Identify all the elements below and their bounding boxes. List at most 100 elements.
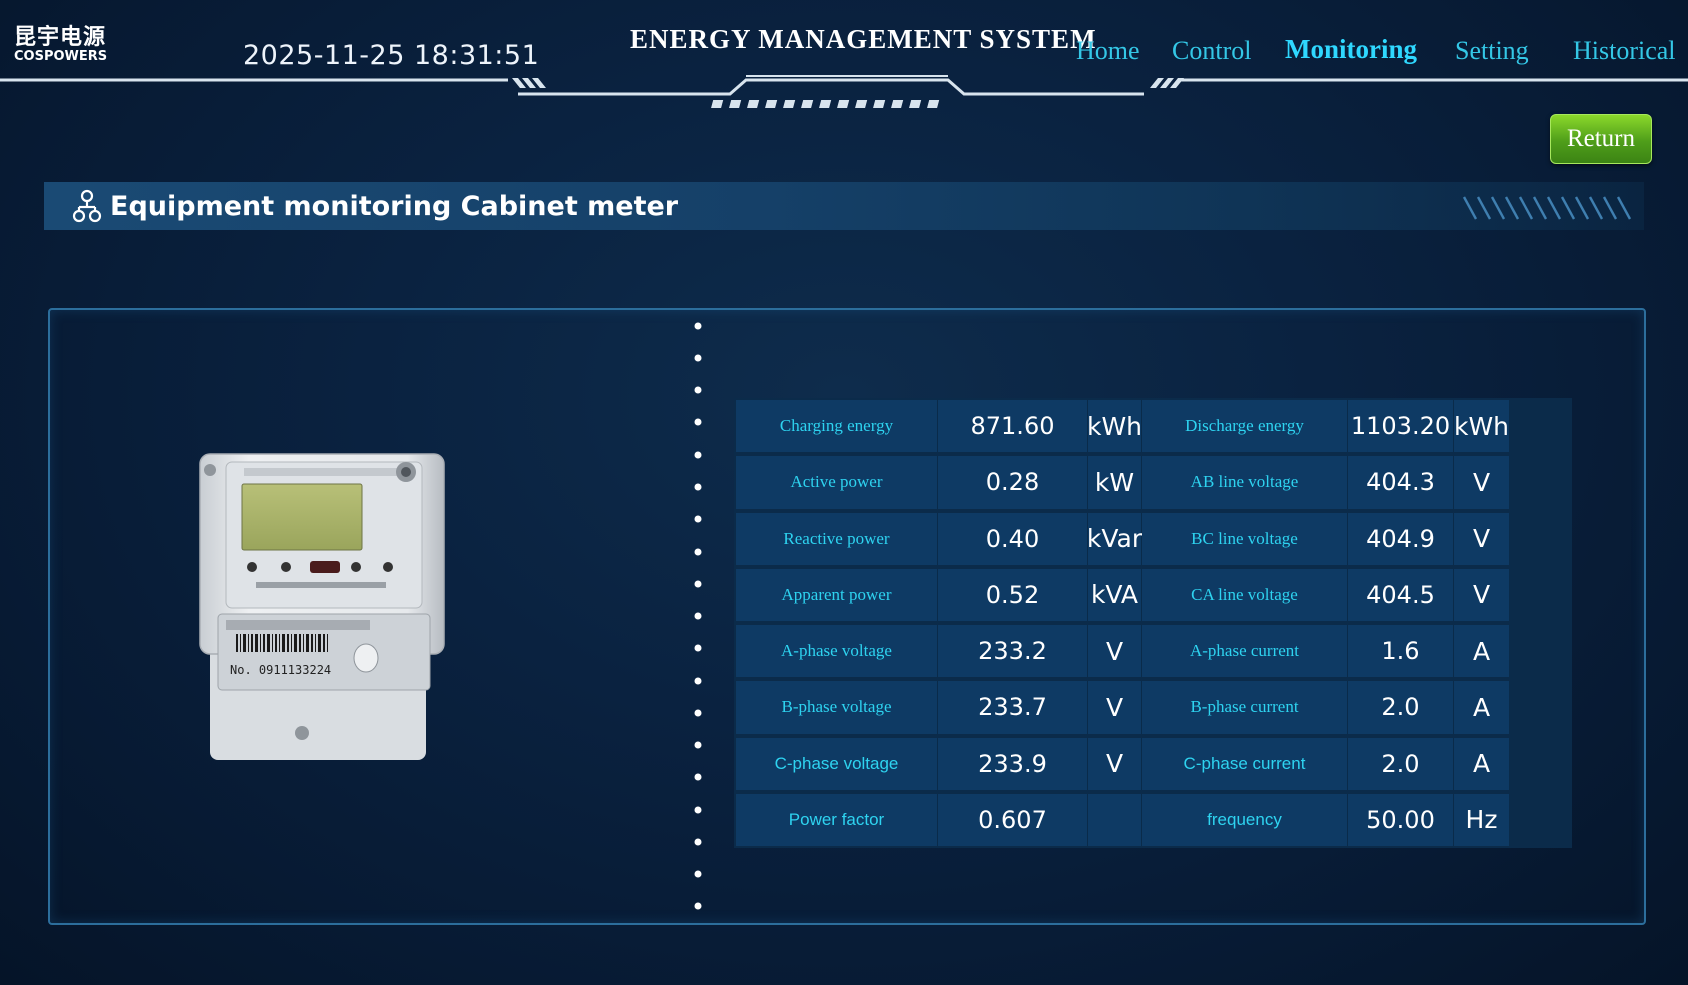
table-cell: C-phase voltage [736,737,938,790]
table-cell: 50.00 [1348,793,1454,846]
table-cell: A [1454,681,1510,734]
reading-unit: A [1472,692,1491,722]
table-cell: C-phase current [1142,737,1348,790]
table-cell: kVA [1088,568,1142,621]
current-datetime: 2025-11-25 18:31:51 [243,40,540,71]
reading-value: 233.2 [978,637,1047,666]
table-cell: B-phase current [1142,681,1348,734]
table-cell: 233.2 [938,625,1088,678]
reading-unit: V [1105,692,1124,722]
reading-value: 50.00 [1366,805,1435,834]
reading-unit: kWh [1453,411,1510,441]
meter-serial: No. 0911133224 [230,663,331,677]
table-cell: 2.0 [1348,681,1454,734]
table-cell: A [1454,737,1510,790]
table-cell: A [1454,625,1510,678]
table-cell: 404.9 [1348,512,1454,565]
nav-control[interactable]: Control [1172,36,1251,66]
reading-value: 1.6 [1381,637,1420,666]
reading-unit: A [1472,636,1491,666]
reading-unit: V [1105,636,1124,666]
nav-monitoring[interactable]: Monitoring [1285,34,1417,65]
reading-unit: V [1105,749,1124,779]
table-cell: 404.5 [1348,568,1454,621]
company-logo: 昆宇电源 COSPOWERS [14,26,134,64]
reading-value: 233.7 [978,693,1047,722]
table-cell: kWh [1453,400,1510,453]
reading-label: Reactive power [783,528,890,548]
nav-home[interactable]: Home [1076,36,1140,66]
reading-value: 2.0 [1381,693,1420,722]
reading-label: CA line voltage [1191,584,1298,604]
table-cell: 0.40 [938,512,1088,565]
reading-label: A-phase current [1189,641,1300,661]
nav-setting[interactable]: Setting [1455,36,1529,66]
reading-label: C-phase current [1183,753,1306,773]
reading-label: Apparent power [781,584,892,604]
table-cell: Active power [736,456,938,509]
table-cell: Power factor [736,793,938,846]
banner-stripes-decoration [1462,196,1632,220]
table-cell: 0.607 [938,793,1088,846]
table-cell: Charging energy [736,400,938,453]
reading-unit: Hz [1465,805,1498,835]
reading-label: B-phase current [1190,697,1299,717]
table-cell: 233.7 [938,681,1088,734]
table-cell: V [1454,456,1510,509]
table-cell: V [1454,512,1510,565]
reading-unit: kVar [1086,524,1143,554]
reading-label: Active power [790,472,883,492]
table-cell: frequency [1142,793,1348,846]
table-cell: 0.28 [938,456,1088,509]
table-cell [1088,793,1142,846]
reading-unit: kVA [1090,580,1139,610]
table-cell: 1.6 [1348,625,1454,678]
table-cell: V [1088,681,1142,734]
reading-value: 0.607 [978,805,1047,834]
table-cell: Apparent power [736,568,938,621]
reading-unit: V [1472,580,1491,610]
table-cell: Hz [1454,793,1510,846]
meter-readings-table: Charging energy 871.60 kWh Discharge energy… [734,398,1572,848]
table-cell: A-phase voltage [736,625,938,678]
reading-value: 0.40 [985,524,1040,553]
table-cell: 1103.20 [1348,400,1454,453]
reading-unit: V [1472,524,1491,554]
table-cell: CA line voltage [1142,568,1348,621]
return-button[interactable]: Return [1550,114,1652,164]
reading-label: Power factor [788,809,885,829]
table-cell: AB line voltage [1142,456,1348,509]
reading-label: Charging energy [779,416,894,436]
reading-value: 871.60 [970,412,1055,441]
reading-label: B-phase voltage [781,697,892,717]
reading-label: A-phase voltage [781,641,892,661]
table-cell: Discharge energy [1142,400,1348,453]
system-title: ENERGY MANAGEMENT SYSTEM [630,24,1097,54]
table-cell: 0.52 [938,568,1088,621]
reading-label: frequency [1207,809,1282,829]
nav-historical[interactable]: Historical [1573,36,1676,66]
reading-value: 233.9 [978,749,1047,778]
reading-value: 0.52 [985,580,1040,609]
logo-chinese-text: 昆宇电源 [14,25,107,50]
table-cell: 233.9 [938,737,1088,790]
reading-unit: V [1472,467,1491,497]
equipment-network-icon [72,189,102,223]
reading-unit: A [1472,749,1491,779]
reading-value: 0.28 [985,468,1040,497]
table-cell: kWh [1087,400,1142,453]
reading-value: 404.9 [1366,524,1435,553]
reading-value: 2.0 [1381,749,1420,778]
reading-label: BC line voltage [1191,528,1298,548]
table-cell: kW [1088,456,1142,509]
panel-divider [694,322,702,910]
reading-label: C-phase voltage [774,753,899,773]
table-cell: 2.0 [1348,737,1454,790]
logo-english-text: COSPOWERS [14,49,108,64]
reading-value: 1103.20 [1350,412,1451,441]
table-cell: 871.60 [938,400,1088,453]
reading-label: Discharge energy [1185,416,1304,436]
reading-value: 404.3 [1366,468,1435,497]
table-cell: V [1454,568,1510,621]
reading-unit: kW [1094,467,1135,497]
